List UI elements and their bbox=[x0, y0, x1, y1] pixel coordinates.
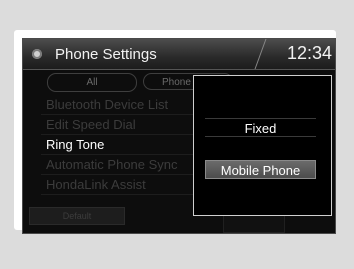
option-mobile-phone[interactable]: Mobile Phone bbox=[205, 160, 316, 179]
page-title: Phone Settings bbox=[55, 46, 157, 63]
default-button[interactable]: Default bbox=[29, 207, 125, 225]
settings-menu-list: Bluetooth Device List Edit Speed Dial Ri… bbox=[41, 95, 211, 195]
menu-item-hondalink-assist[interactable]: HondaLink Assist bbox=[41, 175, 211, 195]
clock-divider bbox=[254, 39, 267, 69]
settings-screen: Phone Settings 12:34 All Phone Bluetooth… bbox=[22, 38, 336, 234]
option-fixed[interactable]: Fixed bbox=[205, 118, 316, 137]
tab-all[interactable]: All bbox=[47, 73, 137, 92]
menu-item-edit-speed-dial[interactable]: Edit Speed Dial bbox=[41, 115, 211, 135]
ring-tone-options-popup: Fixed Mobile Phone bbox=[193, 75, 332, 216]
menu-item-bluetooth-device-list[interactable]: Bluetooth Device List bbox=[41, 95, 211, 115]
menu-item-ring-tone[interactable]: Ring Tone bbox=[41, 135, 211, 155]
clock-display: 12:34 bbox=[286, 43, 332, 63]
title-bar: Phone Settings 12:34 bbox=[23, 39, 335, 70]
menu-item-automatic-phone-sync[interactable]: Automatic Phone Sync bbox=[41, 155, 211, 175]
settings-gear-icon bbox=[32, 49, 42, 59]
dimmed-control bbox=[223, 215, 285, 233]
